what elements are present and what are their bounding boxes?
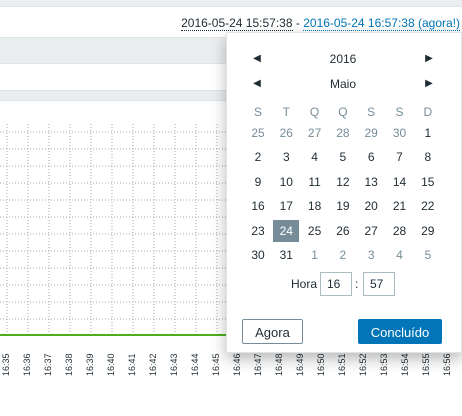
x-tick-label: 16:36 [22, 353, 32, 376]
calendar-day[interactable]: 5 [330, 146, 356, 168]
calendar-day-selected[interactable]: 24 [273, 219, 300, 242]
calendar-day[interactable]: 3 [273, 146, 299, 168]
year-label: 2016 [329, 52, 357, 66]
calendar-day[interactable]: 10 [273, 171, 299, 193]
calendar-day[interactable]: 9 [245, 171, 271, 193]
weekday-header: T [282, 105, 290, 119]
calendar-day[interactable]: 31 [273, 244, 299, 266]
weekday-header: S [367, 105, 376, 119]
weekday-header: D [423, 105, 433, 119]
right-triangle-icon: ▶ [425, 53, 433, 64]
next-month-button[interactable]: ▶ [419, 74, 439, 94]
calendar-day[interactable]: 5 [415, 244, 441, 266]
x-tick-label: 16:42 [148, 353, 158, 376]
time-range-separator: - [295, 16, 300, 30]
x-tick-label: 16:39 [85, 353, 95, 376]
weekday-header: Q [338, 105, 348, 119]
time-range: 2016-05-24 15:57:38 - 2016-05-24 16:57:3… [181, 16, 460, 31]
calendar-day[interactable]: 12 [330, 171, 356, 193]
calendar-day[interactable]: 2 [330, 244, 356, 266]
calendar-day[interactable]: 30 [245, 244, 271, 266]
minute-input[interactable] [363, 272, 395, 296]
weekday-header: Q [309, 105, 320, 119]
month-label: Maio [329, 77, 356, 91]
calendar-popup: ◀ 2016 ▶ ◀ Maio ▶ S T Q Q S S D 25 26 27 28 29 30 1 2 3… [226, 32, 462, 353]
left-triangle-icon: ◀ [253, 78, 261, 89]
calendar-day[interactable]: 4 [387, 244, 413, 266]
calendar-day[interactable]: 3 [358, 244, 384, 266]
x-tick-label: 16:45 [211, 353, 221, 376]
time-to-link[interactable]: 2016-05-24 16:57:38 (agora!) [303, 16, 460, 31]
prev-month-button[interactable]: ◀ [247, 74, 267, 94]
calendar-day[interactable]: 17 [273, 195, 299, 217]
calendar-day[interactable]: 26 [330, 220, 356, 242]
calendar-day[interactable]: 30 [387, 122, 413, 144]
calendar-day[interactable]: 19 [330, 195, 356, 217]
year-nav: ◀ 2016 ▶ [227, 49, 462, 69]
calendar-day[interactable]: 1 [302, 244, 328, 266]
calendar-day[interactable]: 18 [302, 195, 328, 217]
time-selector: Hora : [227, 271, 462, 297]
calendar-day[interactable]: 27 [302, 122, 328, 144]
calendar-day[interactable]: 11 [302, 171, 328, 193]
x-tick-label: 16:37 [43, 353, 53, 376]
now-button[interactable]: Agora [242, 319, 303, 344]
weekday-header: S [395, 105, 404, 119]
prev-year-button[interactable]: ◀ [247, 49, 267, 69]
calendar-day[interactable]: 4 [302, 146, 328, 168]
calendar-day[interactable]: 20 [358, 195, 384, 217]
x-tick-label: 16:38 [64, 353, 74, 376]
calendar-day[interactable]: 22 [415, 195, 441, 217]
time-colon: : [355, 277, 359, 291]
top-header-strip [0, 0, 462, 7]
x-tick-label: 16:43 [169, 353, 179, 376]
calendar-day[interactable]: 7 [387, 146, 413, 168]
calendar-day[interactable]: 2 [245, 146, 271, 168]
x-tick-label: 16:35 [1, 353, 11, 376]
time-from-link[interactable]: 2016-05-24 15:57:38 [181, 16, 293, 31]
calendar-day[interactable]: 1 [415, 122, 441, 144]
calendar-day[interactable]: 23 [245, 220, 271, 242]
calendar-day[interactable]: 6 [358, 146, 384, 168]
next-year-button[interactable]: ▶ [419, 49, 439, 69]
weekday-header: S [253, 105, 262, 119]
left-triangle-icon: ◀ [253, 53, 261, 64]
calendar-day[interactable]: 28 [387, 220, 413, 242]
x-tick-label: 16:41 [127, 353, 137, 376]
calendar-day[interactable]: 21 [387, 195, 413, 217]
month-nav: ◀ Maio ▶ [227, 74, 462, 94]
right-triangle-icon: ▶ [425, 78, 433, 89]
calendar-day[interactable]: 29 [415, 220, 441, 242]
calendar-day[interactable]: 16 [245, 195, 271, 217]
calendar-day[interactable]: 15 [415, 171, 441, 193]
calendar-day[interactable]: 25 [245, 122, 271, 144]
calendar-day[interactable]: 14 [387, 171, 413, 193]
calendar-day[interactable]: 13 [358, 171, 384, 193]
calendar-day[interactable]: 28 [330, 122, 356, 144]
calendar-day[interactable]: 8 [415, 146, 441, 168]
hour-label: Hora [291, 277, 318, 291]
calendar-day[interactable]: 29 [358, 122, 384, 144]
calendar-day[interactable]: 26 [273, 122, 299, 144]
done-button[interactable]: Concluído [358, 319, 442, 344]
calendar-day[interactable]: 25 [302, 220, 328, 242]
calendar-day[interactable]: 27 [358, 220, 384, 242]
x-tick-label: 16:44 [190, 353, 200, 376]
x-tick-label: 16:40 [106, 353, 116, 376]
hour-input[interactable] [320, 272, 352, 296]
